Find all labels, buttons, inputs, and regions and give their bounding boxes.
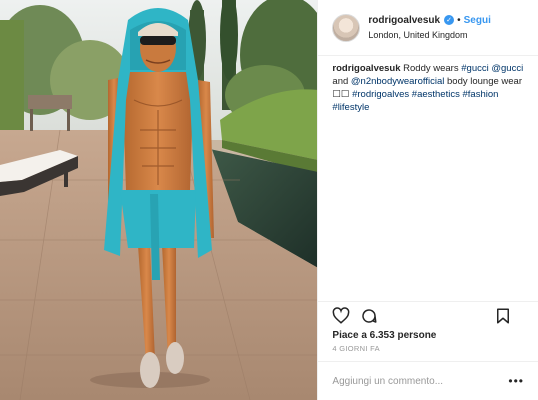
separator-dot: • — [457, 14, 461, 26]
comment-bar: Aggiungi un commento... ••• — [318, 361, 538, 400]
hashtag-link[interactable]: #gucci — [461, 63, 488, 74]
heart-icon[interactable] — [332, 307, 350, 325]
verified-icon: ✓ — [444, 15, 455, 25]
more-options-icon[interactable]: ••• — [508, 374, 524, 388]
comment-input[interactable]: Aggiungi un commento... — [332, 376, 443, 387]
hashtag-link[interactable]: #aesthetics — [412, 89, 460, 100]
hashtag-link[interactable]: #rodrigoalves — [352, 89, 409, 100]
location-link[interactable]: London, United Kingdom — [368, 29, 490, 42]
hashtag-link[interactable]: #fashion — [462, 89, 498, 100]
post-photo[interactable] — [0, 0, 318, 400]
caption-username[interactable]: rodrigoalvesuk — [332, 63, 400, 74]
post-image-illustration — [0, 0, 318, 400]
post-timestamp: 4 GIORNI FA — [332, 344, 380, 353]
mention-link[interactable]: @n2nbodywearofficial — [351, 76, 444, 87]
mention-link[interactable]: @gucci — [491, 63, 523, 74]
follow-button[interactable]: Segui — [464, 14, 491, 27]
comment-icon[interactable] — [360, 307, 378, 325]
header-username[interactable]: rodrigoalvesuk — [368, 14, 440, 27]
caption-text: and — [332, 76, 351, 87]
instagram-post: rodrigoalvesuk ✓ • Segui London, United … — [0, 0, 538, 400]
post-sidebar: rodrigoalvesuk ✓ • Segui London, United … — [317, 0, 538, 400]
hashtag-link[interactable]: #lifestyle — [332, 102, 369, 113]
likes-count[interactable]: Piace a 6.353 persone — [318, 330, 538, 341]
post-header: rodrigoalvesuk ✓ • Segui London, United … — [318, 0, 538, 56]
avatar[interactable] — [332, 13, 361, 42]
caption-text: Roddy wears — [400, 63, 462, 74]
caption: rodrigoalvesuk Roddy wears #gucci @gucci… — [318, 56, 538, 301]
bookmark-icon[interactable] — [494, 307, 512, 325]
action-bar — [318, 301, 538, 330]
